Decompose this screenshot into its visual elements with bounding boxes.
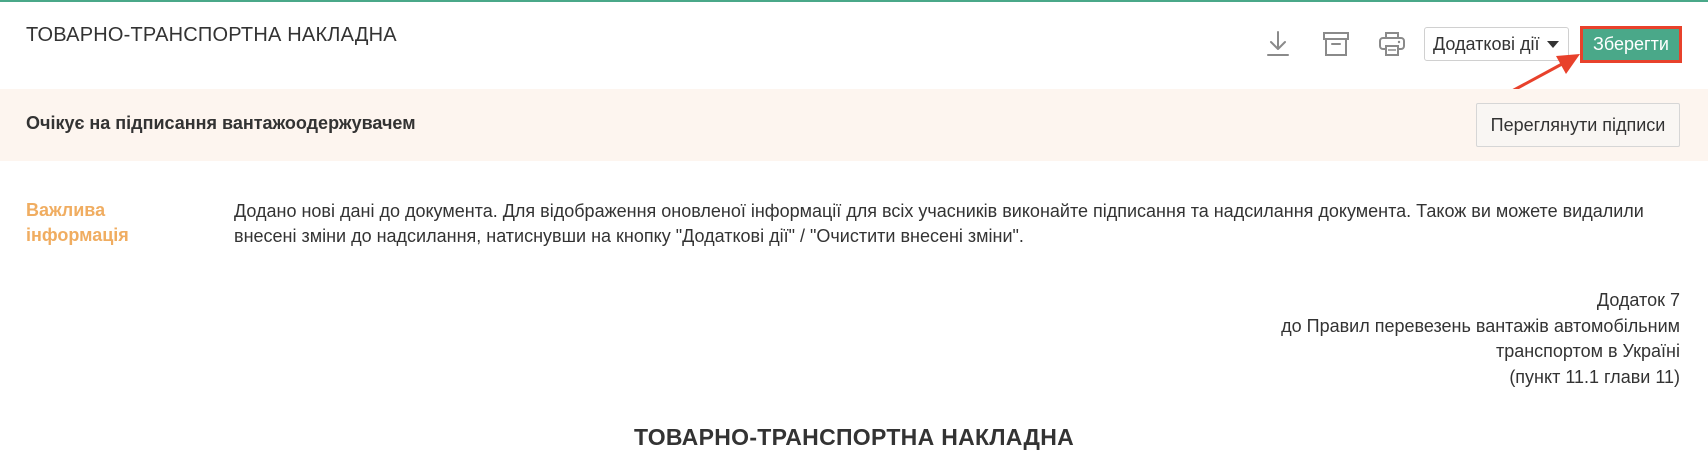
page-header: ТОВАРНО-ТРАНСПОРТНА НАКЛАДНА Додаткові д…	[0, 2, 1708, 89]
view-signatures-button[interactable]: Переглянути підписи	[1476, 103, 1680, 147]
appendix-line: Додаток 7	[1596, 290, 1680, 310]
appendix-note: Додаток 7 до Правил перевезень вантажів …	[1281, 288, 1680, 390]
document-heading: ТОВАРНО-ТРАНСПОРТНА НАКЛАДНА	[633, 424, 1075, 450]
appendix-line: транспортом в Україні	[1495, 341, 1680, 361]
archive-icon	[1323, 32, 1349, 56]
print-button[interactable]	[1376, 28, 1408, 60]
download-button[interactable]	[1262, 28, 1294, 60]
archive-button[interactable]	[1320, 28, 1352, 60]
download-icon	[1267, 31, 1289, 56]
important-info-label-line1: Важлива	[26, 200, 106, 220]
important-info-text: Додано нові дані до документа. Для відоб…	[234, 201, 1644, 246]
status-text: Очікує на підписання вантажоодержувачем	[26, 113, 416, 133]
chevron-down-icon	[1546, 40, 1559, 48]
save-button[interactable]: Зберегти	[1580, 26, 1682, 63]
appendix-line: до Правил перевезень вантажів автомобіль…	[1281, 315, 1680, 336]
appendix-line: (пункт 11.1 глави 11)	[1509, 366, 1680, 387]
important-info-label-line2: інформація	[26, 225, 129, 245]
status-bar: Очікує на підписання вантажоодержувачем …	[0, 89, 1708, 161]
print-icon	[1379, 32, 1405, 56]
important-info-label: Важлива інформація	[26, 198, 186, 248]
page-title: ТОВАРНО-ТРАНСПОРТНА НАКЛАДНА	[26, 24, 397, 46]
